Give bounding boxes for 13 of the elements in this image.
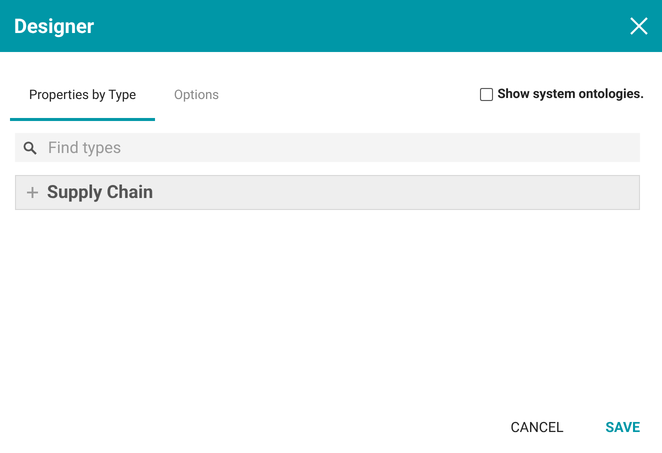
search-icon bbox=[23, 140, 37, 154]
window-title: Designer bbox=[14, 13, 94, 40]
save-button[interactable]: SAVE bbox=[596, 410, 650, 447]
cancel-button[interactable]: CANCEL bbox=[500, 410, 574, 447]
search-field[interactable]: Find types bbox=[15, 132, 640, 162]
tree-label: Supply Chain bbox=[47, 180, 154, 204]
plus-icon[interactable] bbox=[26, 186, 39, 198]
tree-row[interactable]: Supply Chain bbox=[15, 174, 640, 210]
checkbox[interactable] bbox=[480, 88, 494, 102]
checkbox-label: Show system ontologies. bbox=[497, 86, 644, 104]
close-icon bbox=[630, 17, 648, 35]
tab[interactable]: Options bbox=[155, 82, 238, 120]
tab[interactable]: Properties by Type bbox=[10, 82, 156, 120]
